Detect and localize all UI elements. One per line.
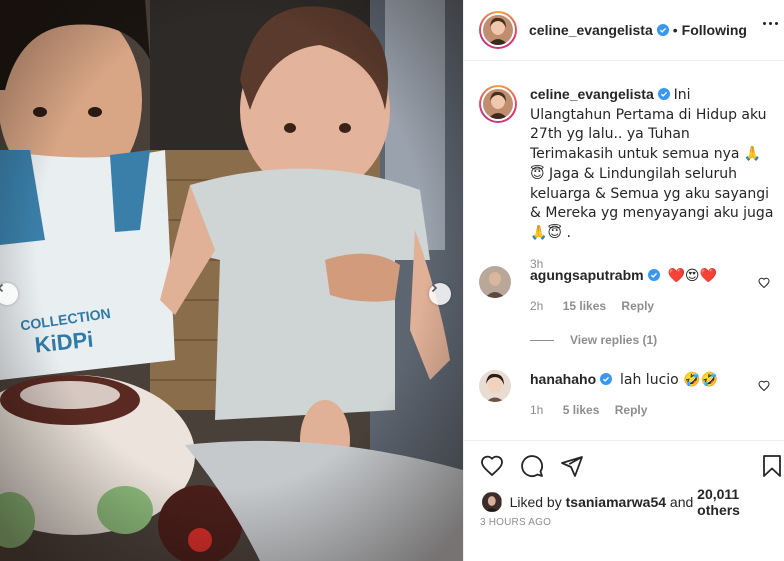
- next-photo-button[interactable]: [429, 283, 451, 305]
- caption-username[interactable]: celine_evangelista: [530, 86, 654, 102]
- avatar-image: [483, 15, 513, 45]
- vintage-birthday-photo: COLLECTION KiDPi: [0, 0, 463, 561]
- reply-button[interactable]: Reply: [621, 299, 654, 313]
- comment-text: lah lucio 🤣🤣: [620, 372, 719, 388]
- view-replies-label: View replies (1): [570, 333, 658, 347]
- share-icon[interactable]: [560, 454, 584, 478]
- likes-count[interactable]: 20,011 others: [697, 486, 784, 518]
- caption-text: Ini Ulangtahun Pertama di Hidup aku 27th…: [530, 87, 774, 241]
- bookmark-icon[interactable]: [760, 454, 784, 478]
- comment-item: agungsaputrabm ❤️😍❤️ 2h 15 likes Reply: [479, 266, 779, 315]
- commenter-username[interactable]: agungsaputrabm: [530, 267, 644, 283]
- like-comment-heart-icon[interactable]: [758, 380, 770, 392]
- liked-by-prefix: Liked by: [509, 494, 566, 510]
- post-header: celine_evangelista • Following: [464, 0, 784, 61]
- likes-summary: Liked by tsaniamarwa54 and 20,011 others: [482, 486, 784, 518]
- chevron-left-icon: [0, 283, 4, 293]
- replies-divider-line: [530, 339, 554, 341]
- avatar-image: [483, 89, 513, 119]
- post-photo[interactable]: COLLECTION KiDPi: [0, 0, 463, 561]
- post-side-panel: celine_evangelista • Following celine_ev…: [463, 0, 784, 561]
- reply-button[interactable]: Reply: [615, 403, 648, 417]
- caption-avatar[interactable]: [479, 85, 517, 123]
- author-avatar[interactable]: [479, 11, 517, 49]
- instagram-post-modal: COLLECTION KiDPi: [0, 0, 784, 561]
- author-username[interactable]: celine_evangelista: [529, 22, 653, 38]
- liked-by-user[interactable]: tsaniamarwa54: [566, 494, 666, 510]
- commenter-username[interactable]: hanahaho: [530, 371, 596, 387]
- verified-icon: [647, 269, 660, 281]
- verified-icon: [657, 88, 670, 100]
- comment-text: ❤️😍❤️: [667, 268, 717, 284]
- comment-likes[interactable]: 5 likes: [563, 403, 600, 417]
- post-action-bar: [464, 440, 784, 490]
- verified-icon: [656, 24, 669, 36]
- heart-icon[interactable]: [480, 454, 504, 478]
- comment-icon[interactable]: [520, 454, 544, 478]
- commenter-avatar[interactable]: [479, 266, 511, 298]
- following-button[interactable]: Following: [682, 22, 747, 38]
- view-replies-button[interactable]: View replies (1): [530, 333, 657, 347]
- post-caption: celine_evangelista Ini Ulangtahun Pertam…: [479, 85, 779, 273]
- comment-item: hanahaho lah lucio 🤣🤣 1h 5 likes Reply: [479, 370, 779, 419]
- more-options-icon[interactable]: [763, 22, 778, 25]
- comment-timestamp[interactable]: 1h: [530, 403, 543, 417]
- liked-by-middle: and: [666, 494, 698, 510]
- verified-icon: [600, 373, 613, 385]
- liker-avatar[interactable]: [482, 492, 502, 512]
- like-comment-heart-icon[interactable]: [758, 277, 770, 289]
- comment-timestamp[interactable]: 2h: [530, 299, 543, 313]
- chevron-right-icon: [431, 283, 438, 293]
- post-timestamp[interactable]: 3 HOURS AGO: [480, 517, 551, 528]
- commenter-avatar[interactable]: [479, 370, 511, 402]
- separator-dot: •: [672, 22, 678, 38]
- comment-likes[interactable]: 15 likes: [563, 299, 606, 313]
